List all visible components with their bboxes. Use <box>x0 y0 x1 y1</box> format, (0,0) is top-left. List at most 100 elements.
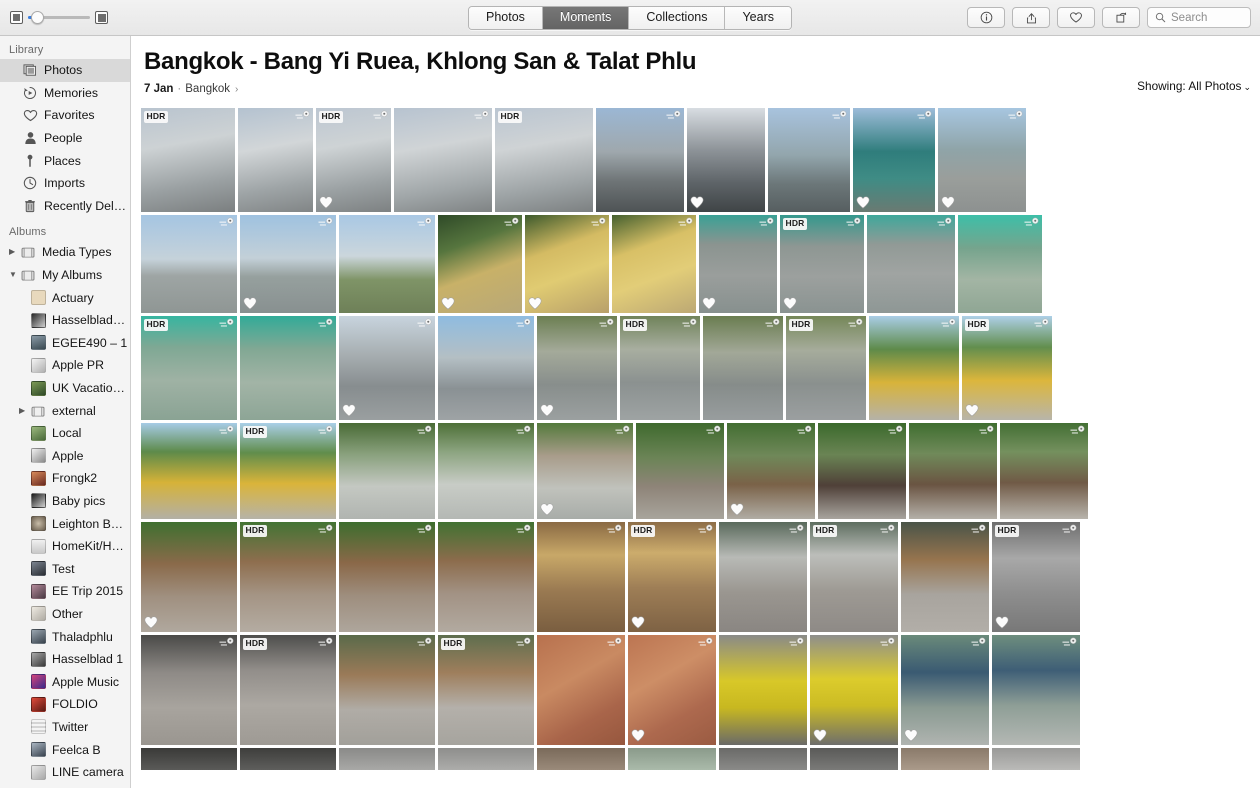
photo-thumbnail[interactable] <box>938 108 1026 212</box>
sidebar-item-egee490[interactable]: EGEE490 – 1 <box>0 332 130 355</box>
photo-thumbnail[interactable] <box>810 635 898 745</box>
photo-thumbnail[interactable] <box>537 423 633 519</box>
small-thumbnail-icon[interactable] <box>10 11 23 24</box>
photo-thumbnail[interactable] <box>141 522 237 632</box>
photo-thumbnail[interactable] <box>537 316 617 420</box>
photo-thumbnail[interactable]: HDR <box>438 635 534 745</box>
sidebar-item-favorites[interactable]: Favorites <box>0 104 130 127</box>
view-mode-segmented-control[interactable]: Photos Moments Collections Years <box>468 5 792 30</box>
photo-thumbnail[interactable] <box>818 423 906 519</box>
chevron-right-icon[interactable]: › <box>235 84 238 95</box>
photo-thumbnail[interactable] <box>596 108 684 212</box>
favorite-button[interactable] <box>1057 7 1095 28</box>
sidebar-item-homekit[interactable]: HomeKit/H… <box>0 535 130 558</box>
photo-thumbnail[interactable] <box>901 522 989 632</box>
sidebar-item-hasselblad[interactable]: Hasselblad… <box>0 309 130 332</box>
photo-thumbnail[interactable]: HDR <box>141 108 235 212</box>
sidebar-item-apple-pr[interactable]: Apple PR <box>0 354 130 377</box>
photo-thumbnail[interactable] <box>537 635 625 745</box>
photo-thumbnail[interactable] <box>992 635 1080 745</box>
sidebar-item-feelca-b[interactable]: Feelca B <box>0 738 130 761</box>
sidebar-item-uk-vacation[interactable]: UK Vacatio… <box>0 377 130 400</box>
photo-thumbnail[interactable] <box>719 522 807 632</box>
photo-thumbnail[interactable] <box>141 635 237 745</box>
sidebar-item-apple[interactable]: Apple <box>0 445 130 468</box>
photo-thumbnail[interactable] <box>240 215 336 313</box>
sidebar-item-other[interactable]: Other <box>0 603 130 626</box>
large-thumbnail-icon[interactable] <box>95 11 108 24</box>
photo-thumbnail[interactable]: HDR <box>786 316 866 420</box>
photo-thumbnail[interactable] <box>901 635 989 745</box>
photo-thumbnail[interactable] <box>438 423 534 519</box>
photo-thumbnail[interactable] <box>537 748 625 770</box>
photo-thumbnail[interactable]: HDR <box>810 522 898 632</box>
sidebar-item-baby-pics[interactable]: Baby pics <box>0 490 130 513</box>
sidebar-item-apple-music[interactable]: Apple Music <box>0 670 130 693</box>
photo-thumbnail[interactable] <box>1000 423 1088 519</box>
thumbnail-zoom-control[interactable] <box>10 11 108 24</box>
sidebar-item-twitter[interactable]: Twitter <box>0 716 130 739</box>
photo-thumbnail[interactable] <box>768 108 850 212</box>
disclosure-triangle-collapsed-icon[interactable]: ▶ <box>19 406 28 415</box>
photo-thumbnail[interactable] <box>240 316 336 420</box>
photo-thumbnail[interactable] <box>339 522 435 632</box>
photo-thumbnail[interactable] <box>525 215 609 313</box>
photo-thumbnail[interactable] <box>628 748 716 770</box>
photo-thumbnail[interactable] <box>240 748 336 770</box>
photo-thumbnail[interactable]: HDR <box>495 108 593 212</box>
photo-thumbnail[interactable] <box>719 748 807 770</box>
photo-thumbnail[interactable] <box>438 215 522 313</box>
photo-thumbnail[interactable] <box>636 423 724 519</box>
photo-thumbnail[interactable] <box>853 108 935 212</box>
photo-thumbnail[interactable]: HDR <box>780 215 864 313</box>
sidebar-item-places[interactable]: Places <box>0 149 130 172</box>
photo-thumbnail[interactable]: HDR <box>962 316 1052 420</box>
sidebar-item-ee-trip-2015[interactable]: EE Trip 2015 <box>0 580 130 603</box>
sidebar-item-external[interactable]: ▶ external <box>0 399 130 422</box>
photo-thumbnail[interactable] <box>628 635 716 745</box>
sidebar-item-foldio[interactable]: FOLDIO <box>0 693 130 716</box>
moment-location-link[interactable]: Bangkok <box>185 83 230 95</box>
photo-thumbnail[interactable] <box>719 635 807 745</box>
photo-thumbnail[interactable]: HDR <box>992 522 1080 632</box>
photo-thumbnail[interactable] <box>339 748 435 770</box>
search-input[interactable]: Search <box>1147 7 1251 28</box>
photo-thumbnail[interactable] <box>141 215 237 313</box>
sidebar-item-memories[interactable]: Memories <box>0 82 130 105</box>
rotate-button[interactable] <box>1102 7 1140 28</box>
sidebar-item-local[interactable]: Local <box>0 422 130 445</box>
photo-thumbnail[interactable] <box>438 316 534 420</box>
photo-thumbnail[interactable] <box>394 108 492 212</box>
photo-thumbnail[interactable] <box>867 215 955 313</box>
sidebar[interactable]: Library Photos Memories Favorites People… <box>0 36 131 788</box>
photo-thumbnail[interactable] <box>909 423 997 519</box>
photo-thumbnail[interactable] <box>339 635 435 745</box>
photo-thumbnail[interactable] <box>687 108 765 212</box>
showing-filter-dropdown[interactable]: Showing: All Photos ⌄ <box>1137 79 1251 93</box>
share-button[interactable] <box>1012 7 1050 28</box>
sidebar-item-photos[interactable]: Photos <box>0 59 130 82</box>
photo-thumbnail[interactable] <box>727 423 815 519</box>
photo-thumbnail[interactable] <box>141 423 237 519</box>
photo-grid[interactable]: HDR HDR HDR HDR HDR HDR HDR HDR HDR HDR HDR HDR HDR H… <box>132 108 1260 788</box>
photo-thumbnail[interactable] <box>810 748 898 770</box>
sidebar-item-my-albums[interactable]: ▼ My Albums <box>0 264 130 287</box>
photo-thumbnail[interactable]: HDR <box>240 635 336 745</box>
info-button[interactable] <box>967 7 1005 28</box>
sidebar-item-people[interactable]: People <box>0 127 130 150</box>
tab-collections[interactable]: Collections <box>629 6 726 29</box>
tab-photos[interactable]: Photos <box>469 6 543 29</box>
photo-thumbnail[interactable]: HDR <box>316 108 391 212</box>
sidebar-item-line-camera[interactable]: LINE camera <box>0 761 130 784</box>
photo-thumbnail[interactable]: HDR <box>240 522 336 632</box>
sidebar-item-recently-deleted[interactable]: Recently Dele… <box>0 195 130 218</box>
sidebar-item-media-types[interactable]: ▶ Media Types <box>0 241 130 264</box>
disclosure-triangle-collapsed-icon[interactable]: ▶ <box>9 248 18 256</box>
zoom-slider[interactable] <box>28 11 90 24</box>
photo-thumbnail[interactable]: HDR <box>240 423 336 519</box>
sidebar-item-thaladphlu[interactable]: Thaladphlu <box>0 625 130 648</box>
photo-thumbnail[interactable] <box>238 108 313 212</box>
photo-thumbnail[interactable] <box>339 316 435 420</box>
photo-thumbnail[interactable] <box>141 748 237 770</box>
sidebar-item-frongk2[interactable]: Frongk2 <box>0 467 130 490</box>
